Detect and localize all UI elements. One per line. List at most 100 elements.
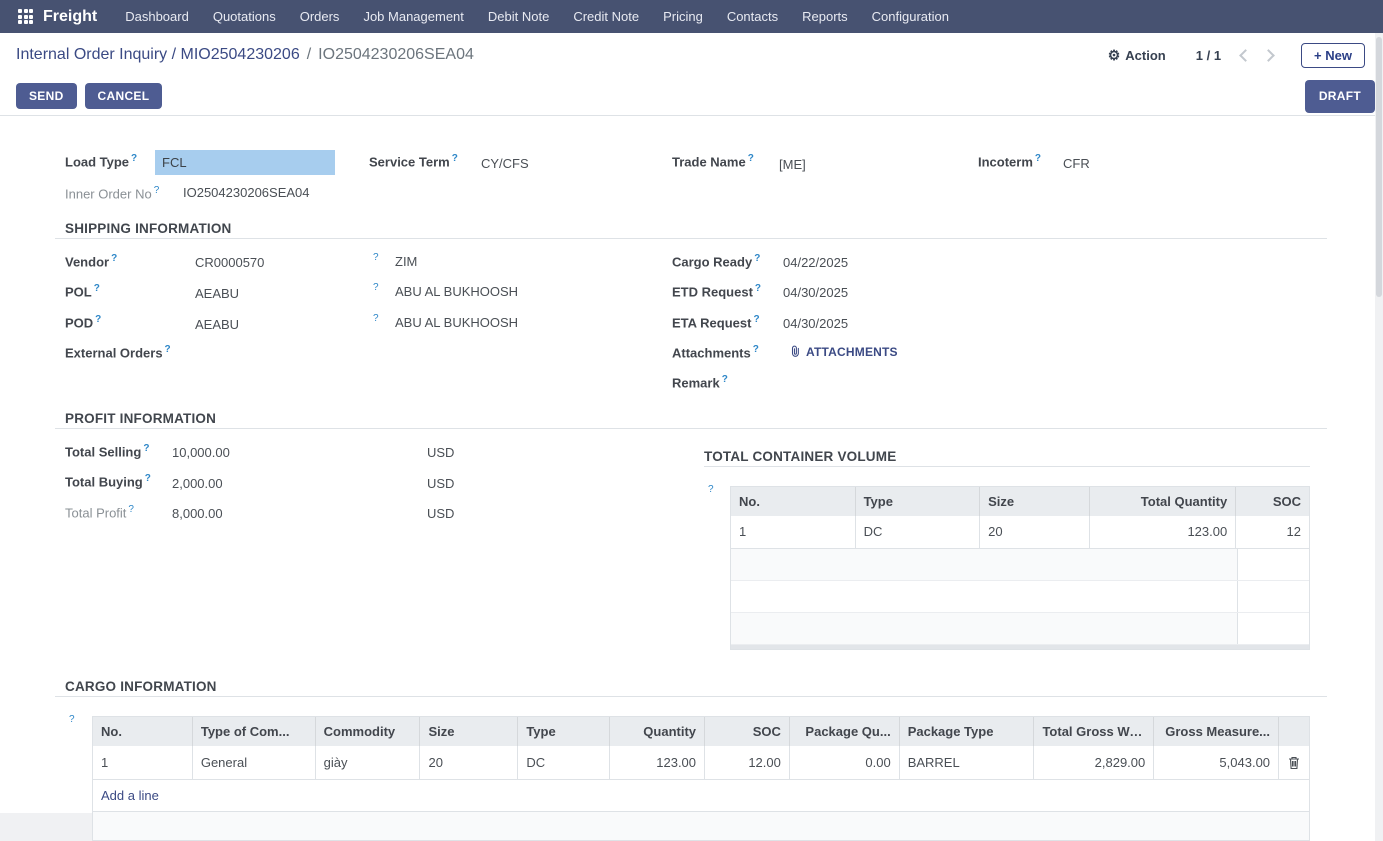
help-icon[interactable]: ? (748, 153, 754, 164)
column-header[interactable]: No. (93, 717, 193, 746)
help-icon[interactable]: ? (753, 314, 759, 325)
column-header[interactable]: Total Gross Wei... (1034, 717, 1154, 746)
help-icon[interactable]: ? (131, 153, 137, 164)
nav-item-job-management[interactable]: Job Management (351, 1, 475, 32)
nav-item-credit-note[interactable]: Credit Note (561, 1, 651, 32)
scrollbar-thumb[interactable] (1376, 37, 1382, 297)
breadcrumb[interactable]: Internal Order Inquiry / MIO2504230206 (16, 46, 300, 64)
column-header[interactable]: Size (980, 487, 1090, 516)
trade-name-value[interactable]: [ME] (779, 157, 806, 172)
help-icon[interactable]: ? (111, 253, 117, 264)
help-icon[interactable]: ? (754, 253, 760, 264)
pod-name-value[interactable]: ABU AL BUKHOOSH (395, 315, 518, 330)
help-icon[interactable]: ? (128, 504, 134, 515)
help-icon[interactable]: ? (373, 282, 379, 293)
column-header[interactable]: Total Quantity (1090, 487, 1236, 516)
help-icon[interactable]: ? (708, 484, 714, 495)
cell-type[interactable]: DC (856, 516, 981, 548)
help-icon[interactable]: ? (69, 714, 75, 725)
nav-item-debit-note[interactable]: Debit Note (476, 1, 561, 32)
help-icon[interactable]: ? (373, 252, 379, 263)
column-header[interactable]: Type (518, 717, 610, 746)
cell-no[interactable]: 1 (93, 746, 193, 779)
pager-previous-icon[interactable] (1239, 49, 1252, 62)
nav-item-contacts[interactable]: Contacts (715, 1, 790, 32)
help-icon[interactable]: ? (165, 344, 171, 355)
nav-item-pricing[interactable]: Pricing (651, 1, 715, 32)
delete-row-button[interactable] (1279, 746, 1309, 779)
help-icon[interactable]: ? (94, 283, 100, 294)
pol-code-value[interactable]: AEABU (195, 286, 239, 301)
vendor-code-value[interactable]: CR0000570 (195, 255, 264, 270)
help-icon[interactable]: ? (1035, 153, 1041, 164)
total-buying-value[interactable]: 2,000.00 (172, 476, 223, 491)
help-icon[interactable]: ? (154, 185, 160, 196)
add-a-line-link[interactable]: Add a line (101, 788, 159, 803)
cargo-table: No. Type of Com... Commodity Size Type Q… (92, 716, 1310, 841)
nav-item-dashboard[interactable]: Dashboard (113, 1, 201, 32)
column-header[interactable]: Quantity (610, 717, 705, 746)
eta-request-value[interactable]: 04/30/2025 (783, 316, 848, 331)
total-selling-value[interactable]: 10,000.00 (172, 445, 230, 460)
vendor-name-value[interactable]: ZIM (395, 254, 417, 269)
vertical-scrollbar[interactable] (1375, 33, 1383, 841)
help-icon[interactable]: ? (722, 374, 728, 385)
cell-gross-measurement[interactable]: 5,043.00 (1154, 746, 1279, 779)
cell-size[interactable]: 20 (980, 516, 1090, 548)
nav-item-configuration[interactable]: Configuration (860, 1, 961, 32)
table-row[interactable]: 1 General giày 20 DC 123.00 12.00 0.00 B… (93, 746, 1309, 780)
help-icon[interactable]: ? (452, 153, 458, 164)
help-icon[interactable]: ? (95, 314, 101, 325)
column-header[interactable]: SOC (705, 717, 790, 746)
column-header[interactable]: Gross Measure... (1154, 717, 1279, 746)
cargo-ready-value[interactable]: 04/22/2025 (783, 255, 848, 270)
send-button[interactable]: SEND (16, 83, 77, 109)
column-header[interactable]: Size (420, 717, 518, 746)
help-icon[interactable]: ? (145, 473, 151, 484)
attachments-button[interactable]: ATTACHMENTS (789, 345, 898, 359)
cell-total-quantity[interactable]: 123.00 (1090, 516, 1236, 548)
pol-name-value[interactable]: ABU AL BUKHOOSH (395, 284, 518, 299)
column-header[interactable]: SOC (1236, 487, 1309, 516)
pager-next-icon[interactable] (1262, 49, 1275, 62)
column-header[interactable]: Type (856, 487, 981, 516)
help-icon[interactable]: ? (143, 443, 149, 454)
pod-label: POD? (65, 314, 101, 330)
pod-code-value[interactable]: AEABU (195, 317, 239, 332)
service-term-value[interactable]: CY/CFS (481, 156, 529, 171)
new-button[interactable]: + New (1301, 43, 1365, 68)
divider (55, 696, 1327, 697)
cell-soc[interactable]: 12.00 (705, 746, 790, 779)
nav-item-reports[interactable]: Reports (790, 1, 860, 32)
cell-type[interactable]: DC (518, 746, 610, 779)
cell-size[interactable]: 20 (420, 746, 518, 779)
action-menu-button[interactable]: ⚙ Action (1108, 47, 1166, 64)
table-row[interactable]: 1 DC 20 123.00 12 (731, 516, 1309, 549)
cancel-button[interactable]: CANCEL (85, 83, 163, 109)
column-header[interactable]: No. (731, 487, 856, 516)
cell-no[interactable]: 1 (731, 516, 856, 548)
nav-item-quotations[interactable]: Quotations (201, 1, 288, 32)
nav-item-orders[interactable]: Orders (288, 1, 352, 32)
load-type-input[interactable]: FCL (155, 150, 335, 175)
help-icon[interactable]: ? (755, 283, 761, 294)
etd-request-value[interactable]: 04/30/2025 (783, 285, 848, 300)
cell-package-type[interactable]: BARREL (900, 746, 1035, 779)
help-icon[interactable]: ? (753, 344, 759, 355)
app-brand[interactable]: Freight (43, 8, 97, 26)
cell-package-quantity[interactable]: 0.00 (790, 746, 900, 779)
status-badge-draft[interactable]: DRAFT (1305, 80, 1375, 113)
horizontal-scrollbar[interactable] (731, 645, 1309, 649)
column-header[interactable]: Type of Com... (193, 717, 316, 746)
cell-total-gross-weight[interactable]: 2,829.00 (1034, 746, 1154, 779)
column-header[interactable]: Commodity (316, 717, 421, 746)
cell-quantity[interactable]: 123.00 (610, 746, 705, 779)
column-header[interactable]: Package Qu... (790, 717, 900, 746)
cell-type-of-commodity[interactable]: General (193, 746, 316, 779)
column-header[interactable]: Package Type (900, 717, 1035, 746)
cell-commodity[interactable]: giày (316, 746, 421, 779)
apps-grid-icon[interactable] (18, 9, 33, 24)
incoterm-value[interactable]: CFR (1063, 156, 1090, 171)
cell-soc[interactable]: 12 (1236, 516, 1309, 548)
help-icon[interactable]: ? (373, 313, 379, 324)
